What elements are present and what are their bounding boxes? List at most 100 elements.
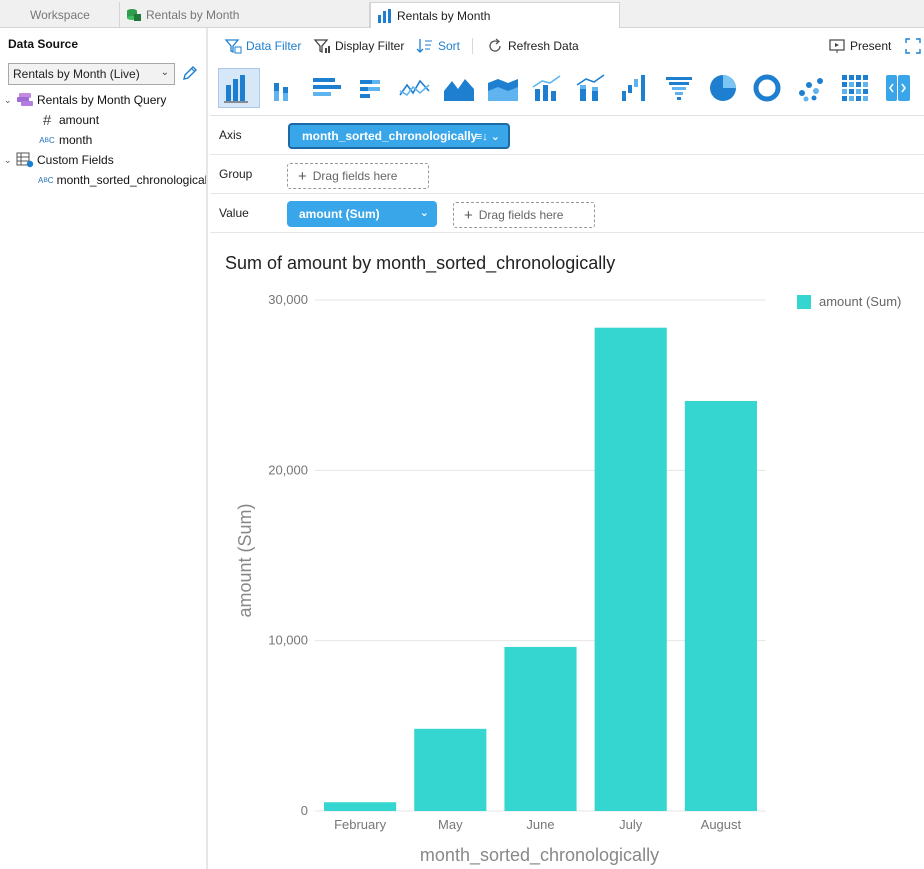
tab-label: Rentals by Month: [146, 8, 240, 22]
data-filter-button[interactable]: Data Filter: [224, 36, 301, 56]
chart-type-pie[interactable]: [702, 68, 744, 108]
plus-icon: +: [298, 167, 307, 185]
chart-type-column[interactable]: [218, 68, 260, 108]
tree-item-custom-fields[interactable]: ⌄ Custom Fields: [4, 150, 114, 170]
axis-field-value: month_sorted_chronologically: [302, 129, 478, 143]
chart-type-funnel[interactable]: [658, 68, 700, 108]
chart-type-stacked-bar[interactable]: [350, 68, 392, 108]
area-chart-icon: [444, 79, 474, 101]
numeric-field-icon: #: [42, 111, 52, 129]
group-drop-zone[interactable]: + Drag fields here: [287, 163, 429, 189]
bar[interactable]: [324, 802, 397, 811]
chevron-left-right-icon: [886, 75, 910, 101]
y-tick-label: 10,000: [268, 633, 308, 648]
stacked-area-icon: [488, 79, 518, 101]
sort-label: Sort: [438, 39, 461, 53]
chart-type-strip: [210, 62, 924, 116]
bar-chart-icon: [377, 9, 393, 23]
chart-type-stacked-column[interactable]: [262, 68, 304, 108]
query-icon: [16, 92, 34, 108]
drop-placeholder: Drag fields here: [478, 208, 564, 222]
tree-item-month-sorted[interactable]: ABC month_sorted_chronologically: [38, 170, 206, 190]
tab-rentals-data-source[interactable]: Rentals by Month: [120, 2, 370, 28]
data-source-title: Data Source: [8, 37, 79, 51]
display-filter-button[interactable]: Display Filter: [313, 36, 404, 56]
value-field-pill[interactable]: amount (Sum) ⌄: [287, 201, 437, 227]
pencil-icon[interactable]: [181, 64, 199, 82]
tab-label: Rentals by Month: [397, 9, 491, 23]
refresh-data-button[interactable]: Refresh Data: [486, 36, 579, 56]
present-button[interactable]: Present: [828, 36, 891, 56]
text-field-icon: ABC: [38, 175, 54, 185]
chart-type-line-column[interactable]: [526, 68, 568, 108]
tree-item-label: Custom Fields: [37, 153, 114, 167]
line-chart-icon: [399, 79, 430, 97]
tab-rentals-chart[interactable]: Rentals by Month: [370, 2, 620, 29]
tree-item-month[interactable]: ABC month: [38, 130, 92, 150]
present-icon: [828, 37, 846, 55]
chart-type-bar[interactable]: [306, 68, 348, 108]
sort-icon: [416, 37, 434, 55]
chart-type-scroll[interactable]: [886, 68, 910, 108]
sort-button[interactable]: Sort: [416, 36, 460, 56]
x-tick-label: May: [438, 817, 463, 832]
filter-icon: [224, 37, 242, 55]
value-drop-zone[interactable]: + Drag fields here: [453, 202, 595, 228]
doughnut-chart-icon: [753, 74, 781, 102]
refresh-data-label: Refresh Data: [508, 39, 579, 53]
tab-workspace[interactable]: Workspace: [0, 2, 120, 28]
fullscreen-icon: [904, 37, 922, 55]
tree-item-label: month_sorted_chronologically: [56, 173, 206, 187]
tree-item-label: month: [59, 133, 93, 147]
bar[interactable]: [594, 327, 667, 811]
chart-type-stacked-area[interactable]: [482, 68, 524, 108]
text-field-icon: ABC: [39, 135, 55, 145]
filter-icon: [313, 37, 331, 55]
chart-type-waterfall[interactable]: [614, 68, 656, 108]
line-stacked-column-icon: [576, 74, 605, 101]
x-axis-title: month_sorted_chronologically: [420, 845, 659, 866]
bar-chart: 0 10,000 20,000 30,000 February May June July Au…: [235, 292, 766, 866]
chart-type-scatter[interactable]: [790, 68, 832, 108]
value-row: Value amount (Sum) ⌄ + Drag fields here: [210, 194, 924, 233]
axis-field-pill[interactable]: month_sorted_chronologically ≡↓ ⌄: [288, 123, 510, 149]
tree-item-amount[interactable]: # amount: [38, 110, 99, 130]
group-label: Group: [219, 167, 253, 181]
chart-type-area[interactable]: [438, 68, 480, 108]
value-label: Value: [219, 206, 249, 220]
chart-type-heatmap[interactable]: [834, 68, 876, 108]
x-tick-label: July: [619, 817, 643, 832]
x-tick-label: February: [334, 817, 387, 832]
x-tick-label: June: [526, 817, 554, 832]
chart-type-line-stacked[interactable]: [570, 68, 612, 108]
chevron-down-icon[interactable]: ⌄: [420, 206, 429, 219]
tree-item-query[interactable]: ⌄ Rentals by Month Query: [4, 90, 166, 110]
plus-icon: +: [464, 206, 473, 224]
bar[interactable]: [504, 646, 577, 811]
sort-descending-icon[interactable]: ≡↓ ⌄: [476, 130, 500, 143]
axis-label: Axis: [219, 128, 242, 142]
tab-label: Workspace: [30, 8, 90, 22]
bar[interactable]: [414, 728, 487, 811]
drop-placeholder: Drag fields here: [312, 169, 398, 183]
chart-type-line[interactable]: [394, 68, 436, 108]
tab-bar: Workspace Rentals by Month Rentals by Mo…: [0, 0, 924, 29]
x-tick-label: August: [701, 817, 742, 832]
chevron-down-icon[interactable]: ⌄: [4, 155, 16, 166]
refresh-icon: [486, 37, 504, 55]
chevron-down-icon[interactable]: ⌄: [4, 95, 16, 106]
fullscreen-button[interactable]: [904, 36, 924, 56]
chart-type-doughnut[interactable]: [746, 68, 788, 108]
y-tick-label: 0: [301, 803, 308, 818]
pie-chart-icon: [710, 75, 736, 101]
scatter-chart-icon: [799, 78, 823, 102]
data-source-select[interactable]: Rentals by Month (Live) ⌄: [8, 63, 175, 85]
bar[interactable]: [684, 400, 757, 811]
tree-item-label: amount: [59, 113, 100, 127]
tree-item-label: Rentals by Month Query: [37, 93, 167, 107]
waterfall-icon: [622, 75, 645, 101]
y-tick-label: 20,000: [268, 462, 308, 477]
stacked-column-icon: [274, 83, 288, 101]
custom-fields-icon: [16, 152, 34, 168]
data-source-icon: [126, 8, 142, 22]
